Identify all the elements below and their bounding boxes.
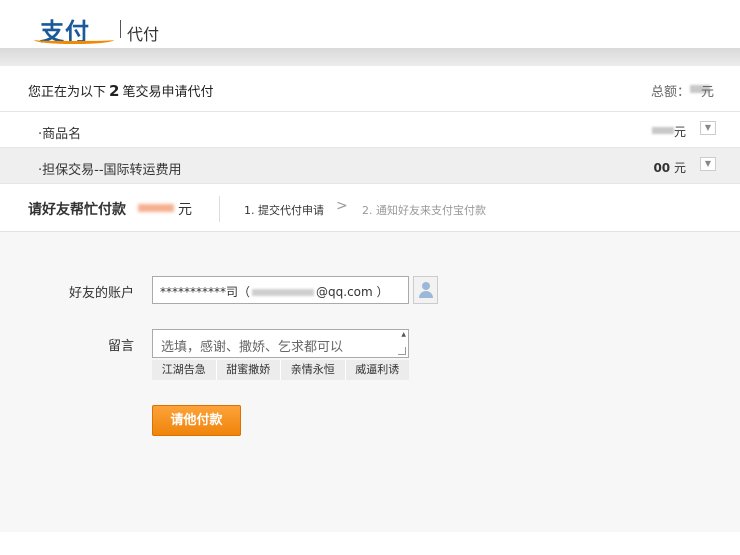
step-bar: 请好友帮忙付款 元 1. 提交代付申请 > 2. 通知好友来支付宝付款 — [0, 184, 740, 232]
step-2: 2. 通知好友来支付宝付款 — [362, 204, 486, 217]
step-unit: 元 — [178, 202, 192, 218]
item-price: 元 — [674, 123, 686, 140]
contact-icon — [419, 282, 433, 298]
account-suffix: @qq.com ） — [316, 285, 389, 299]
account-redacted — [252, 289, 315, 296]
total-label: 总额： — [650, 85, 690, 100]
account-input[interactable]: ***********司（ @qq.com ） — [152, 276, 409, 304]
header-bar: 支付宝 代付 — [0, 0, 740, 81]
suggestion-chip[interactable]: 甜蜜撒娇 — [217, 360, 281, 380]
chevron-down-icon[interactable]: ▼ — [700, 121, 716, 135]
item-price-value: 00 — [653, 161, 671, 175]
account-label: 好友的账户 — [68, 286, 134, 301]
summary-suffix: 笔交易申请代付 — [122, 85, 214, 100]
header-subtitle: 代付 — [127, 25, 160, 44]
request-payment-button[interactable]: 请他付款 — [152, 405, 241, 436]
logo-swoosh — [34, 36, 114, 44]
scroll-up-icon[interactable]: ▲ — [401, 331, 406, 338]
item-price-unit: 元 — [673, 161, 686, 175]
item-price-unit: 元 — [673, 125, 686, 139]
step-divider — [219, 196, 220, 222]
total-unit: 元 — [700, 85, 714, 100]
message-textarea[interactable]: 选填，感谢、撒娇、乞求都可以 ▲ — [152, 329, 409, 358]
message-suggestions: 江湖告急 甜蜜撒娇 亲情永恒 威逼利诱 — [152, 360, 409, 380]
order-item-row: ·担保交易--国际转运费用 00 元 ▼ — [0, 148, 740, 184]
item-name: ·担保交易--国际转运费用 — [38, 163, 182, 178]
resize-handle-icon[interactable] — [398, 347, 406, 355]
item-price-redacted — [652, 127, 674, 134]
step-1: 1. 提交代付申请 — [244, 204, 324, 217]
message-label: 留言 — [107, 339, 134, 354]
item-price: 00 元 — [653, 159, 686, 176]
order-item-row: ·商品名 元 ▼ — [0, 112, 740, 148]
message-placeholder: 选填，感谢、撒娇、乞求都可以 — [161, 340, 344, 355]
summary-prefix: 您正在为以下 — [28, 85, 107, 100]
suggestion-chip[interactable]: 亲情永恒 — [281, 360, 346, 380]
item-name: ·商品名 — [38, 127, 82, 142]
account-prefix: ***********司（ — [160, 285, 251, 299]
header-band — [0, 48, 740, 66]
suggestion-chip[interactable]: 威逼利诱 — [346, 360, 410, 380]
summary-title: 您正在为以下 2 笔交易申请代付 — [28, 81, 213, 100]
alipay-logo[interactable]: 支付宝 — [18, 8, 114, 81]
header-divider — [120, 20, 121, 38]
contacts-button[interactable] — [413, 276, 438, 304]
pay-amount-redacted — [138, 204, 174, 212]
order-count: 2 — [109, 82, 120, 100]
suggestion-chip[interactable]: 江湖告急 — [152, 360, 217, 380]
step-arrow: > — [336, 198, 348, 214]
step-title: 请好友帮忙付款 — [28, 202, 126, 218]
chevron-down-icon[interactable]: ▼ — [700, 157, 716, 171]
order-summary: 您正在为以下 2 笔交易申请代付 总额： 元 — [0, 66, 740, 112]
